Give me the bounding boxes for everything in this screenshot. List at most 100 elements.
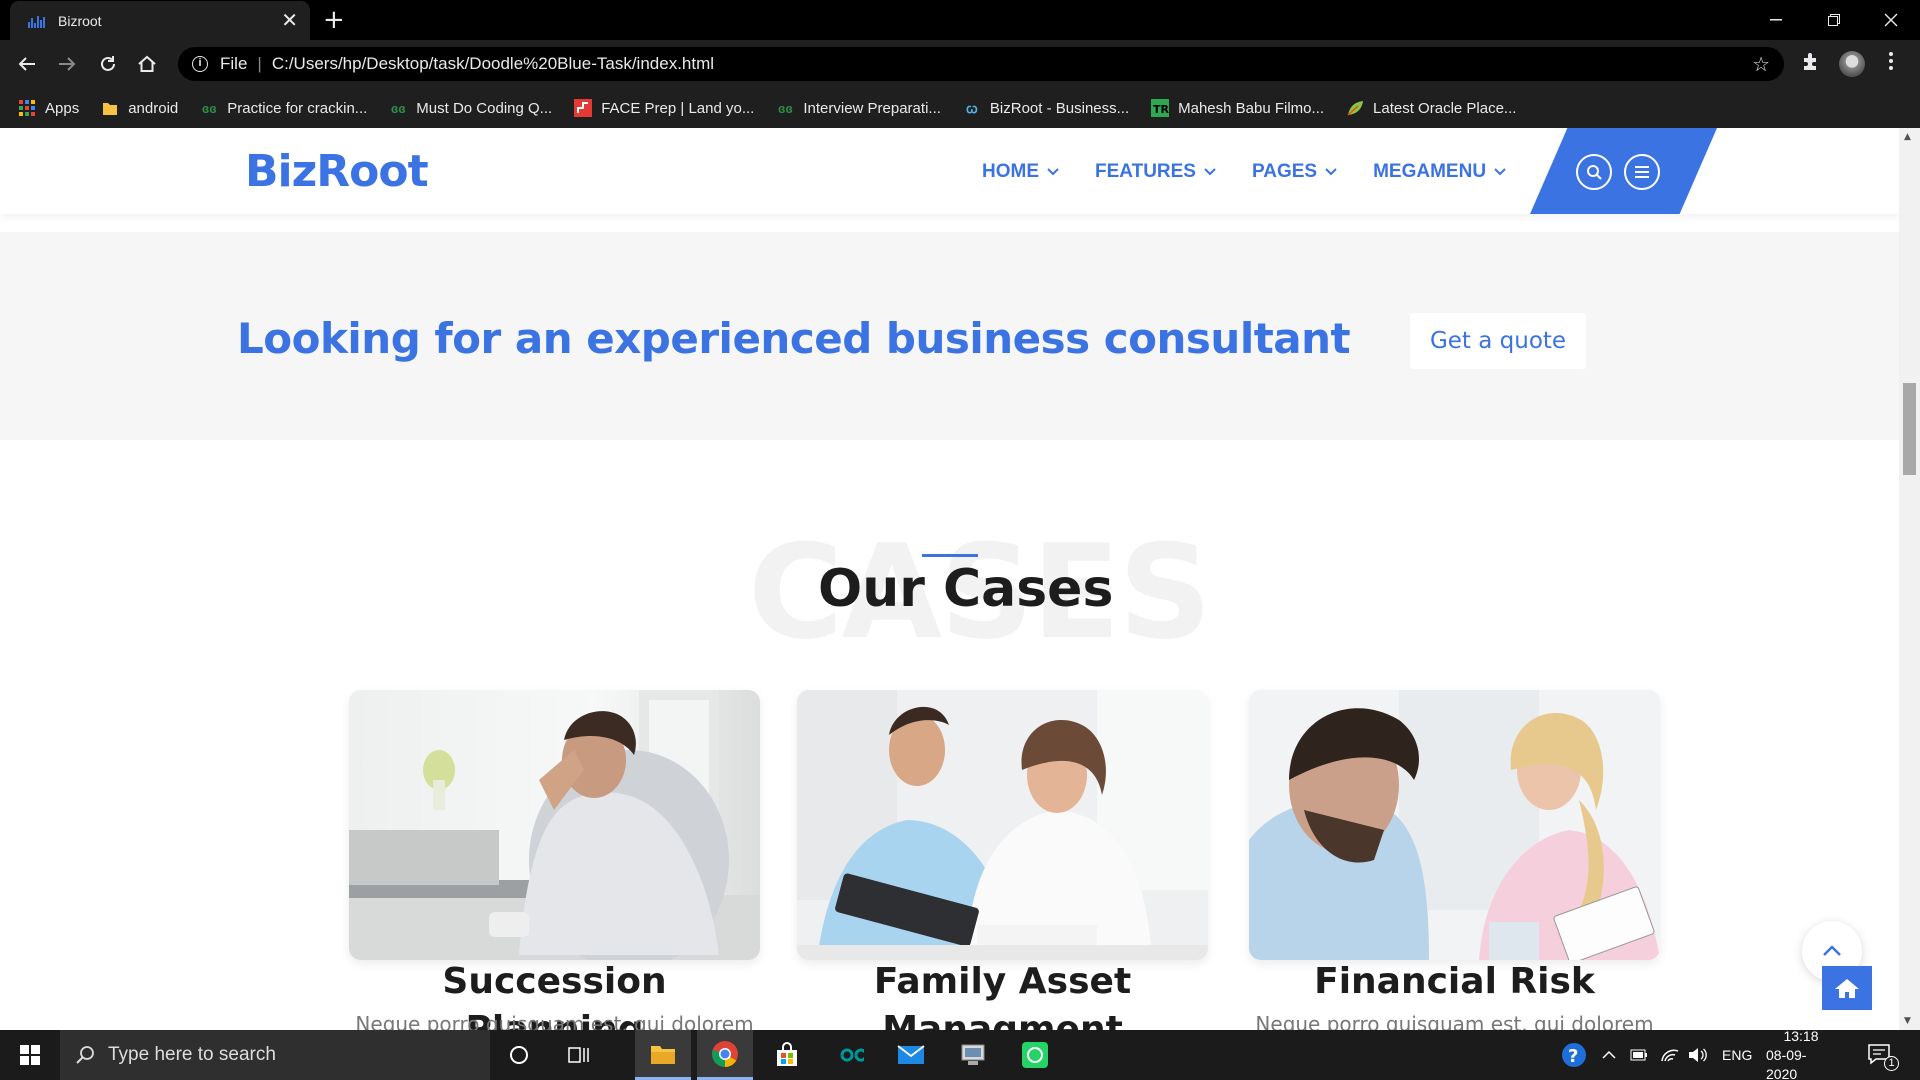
bookmarks-bar: Apps android ɞɞ Practice for crackin... … [0,88,1920,128]
windows-logo-icon [20,1045,40,1065]
bizroot-favicon-icon [28,14,46,28]
chrome-taskbar-icon[interactable] [697,1030,753,1080]
case-card[interactable]: Succession Planning Neque porro quisquam… [349,690,760,1030]
page-scrollbar[interactable]: ▲ ▼ [1899,128,1920,1030]
back-icon[interactable] [13,50,41,78]
chevron-down-icon [1494,168,1506,176]
bookmark-star-icon[interactable]: ☆ [1752,52,1770,77]
chevron-down-icon [1047,168,1059,176]
whatsapp-icon[interactable] [1007,1030,1063,1080]
clock-date: 08-09-2020 [1766,1046,1807,1080]
svg-text:TR: TR [1153,103,1169,116]
site-info-icon[interactable]: i [192,56,208,72]
case-description: Neque porro quisquam est, qui dolorem [355,1012,754,1030]
start-button[interactable] [0,1030,60,1080]
clock-time: 13:18 [1783,1027,1819,1044]
case-image-couple-finances[interactable] [797,690,1208,960]
case-card[interactable]: Family Asset Managment [797,690,1208,1030]
case-card[interactable]: Financial Risk Neque porro quisquam est,… [1249,690,1660,1030]
bookmark-interview[interactable]: ɞɞ Interview Preparati... [776,99,941,117]
help-icon[interactable]: ? [1560,1030,1588,1080]
battery-icon[interactable] [1630,1030,1648,1080]
hamburger-menu-icon[interactable] [1624,154,1660,190]
browser-toolbar: i File | C:/Users/hp/Desktop/task/Doodle… [0,40,1920,88]
bookmark-label: Must Do Coding Q... [416,99,553,117]
bookmark-label: BizRoot - Business... [989,99,1130,117]
notifications-icon[interactable]: 1 [1867,1030,1908,1080]
new-tab-button[interactable]: + [323,7,345,33]
bookmark-apps[interactable]: Apps [18,99,79,117]
bookmark-mahesh[interactable]: TR Mahesh Babu Filmo... [1151,99,1324,117]
scrollbar-thumb[interactable] [1903,383,1916,475]
taskbar-search-input[interactable]: Type here to search [60,1030,490,1080]
microsoft-store-icon[interactable] [759,1030,815,1080]
nav-pages[interactable]: PAGES [1252,161,1337,183]
chevron-down-icon [1204,168,1216,176]
case-image-stressed-man[interactable] [349,690,760,960]
network-drive-icon[interactable] [945,1030,1001,1080]
home-icon[interactable] [133,50,161,78]
bookmark-practice[interactable]: ɞɞ Practice for crackin... [200,99,367,117]
nav-features[interactable]: FEATURES [1095,161,1216,183]
nav-megamenu[interactable]: MEGAMENU [1373,161,1506,183]
home-fab-button[interactable] [1822,966,1872,1010]
chevron-down-icon [1325,168,1337,176]
bookmark-oracle[interactable]: Latest Oracle Place... [1346,99,1516,117]
restore-icon[interactable] [1805,0,1863,40]
volume-icon[interactable] [1688,1030,1708,1080]
profile-avatar[interactable] [1839,51,1865,77]
arduino-icon[interactable] [821,1030,877,1080]
bookmark-label: Practice for crackin... [227,99,368,117]
notification-count: 1 [1884,1055,1899,1071]
minimize-icon[interactable] [1747,0,1805,40]
bookmark-bizroot[interactable]: ꞷ BizRoot - Business... [963,99,1129,117]
tab-close-icon[interactable]: ✕ [281,11,298,31]
bookmark-android[interactable]: android [101,99,178,117]
input-language[interactable]: ENG [1722,1030,1752,1080]
case-title[interactable]: Family Asset Managment [797,958,1208,1030]
search-icon [76,1046,94,1064]
case-title[interactable]: Financial Risk [1249,958,1660,1006]
scroll-down-arrow-icon[interactable]: ▼ [1904,1016,1911,1026]
forward-icon[interactable] [53,50,81,78]
extensions-icon[interactable] [1800,52,1820,77]
cases-title: Our Cases [818,559,1114,619]
main-nav: HOME FEATURES PAGES MEGAMENU [982,161,1506,183]
wifi-icon[interactable] [1660,1030,1680,1080]
browser-tab[interactable]: Bizroot ✕ [10,1,310,40]
close-window-icon[interactable] [1862,0,1920,40]
site-logo[interactable]: BizRoot [245,146,429,197]
title-accent-line [922,554,978,557]
task-view-icon[interactable] [551,1030,607,1080]
case-description: Neque porro quisquam est, qui dolorem [1255,1012,1654,1030]
bookmark-label: Interview Preparati... [803,99,941,117]
address-url: C:/Users/hp/Desktop/task/Doodle%20Blue-T… [271,54,715,73]
page-viewport: BizRoot HOME FEATURES PAGES MEGAMENU Loo… [0,128,1899,1030]
cta-headline: Looking for an experienced business cons… [237,314,1351,363]
gfg-icon: ɞɞ [777,100,793,116]
faceprep-icon [574,99,593,117]
address-scheme: File [220,54,248,73]
reload-icon[interactable] [94,50,122,78]
cortana-icon[interactable] [491,1030,547,1080]
bookmark-faceprep[interactable]: FACE Prep | Land yo... [574,99,754,117]
svg-text:?: ? [1568,1046,1578,1067]
home-icon [1835,979,1859,998]
bookmark-must-do[interactable]: ɞɞ Must Do Coding Q... [389,99,552,117]
search-icon[interactable] [1576,154,1612,190]
nav-label: HOME [982,161,1039,182]
bookmark-label: FACE Prep | Land yo... [601,99,755,117]
windows-taskbar: Type here to search ? ENG 13:18 08-09-20… [0,1027,1920,1080]
chrome-menu-icon[interactable] [1888,50,1894,77]
file-explorer-icon[interactable] [635,1030,691,1080]
nav-label: PAGES [1251,161,1318,182]
case-image-consultation[interactable] [1249,690,1660,960]
get-quote-button[interactable]: Get a quote [1410,313,1586,369]
address-bar[interactable]: i File | C:/Users/hp/Desktop/task/Doodle… [178,47,1784,81]
tray-chevron-up-icon[interactable] [1602,1030,1616,1080]
mail-icon[interactable] [883,1030,939,1080]
cta-banner: Looking for an experienced business cons… [0,232,1899,440]
scroll-up-arrow-icon[interactable]: ▲ [1904,132,1911,142]
clock[interactable]: 13:18 08-09-2020 [1766,1027,1836,1080]
nav-home[interactable]: HOME [982,161,1059,183]
